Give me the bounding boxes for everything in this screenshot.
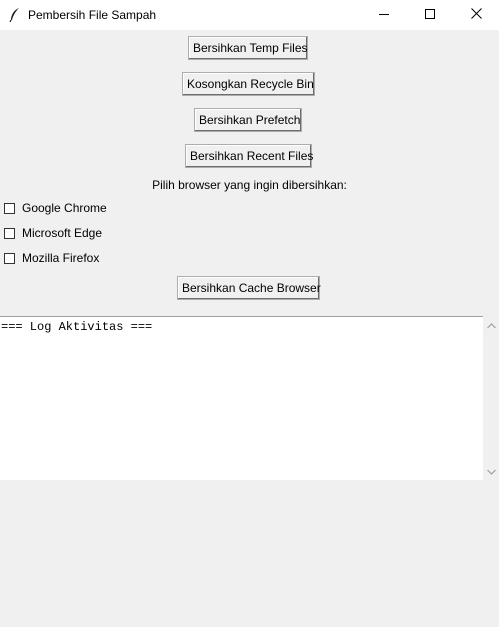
close-button[interactable] (453, 0, 499, 30)
scroll-up-arrow-icon (486, 318, 496, 332)
minimize-button[interactable] (361, 0, 407, 30)
firefox-checkbox-label: Mozilla Firefox (22, 251, 100, 265)
clean-browser-cache-button[interactable]: Bersihkan Cache Browser (177, 276, 321, 300)
firefox-checkbox[interactable] (4, 252, 15, 264)
checkbox-row-edge[interactable]: Microsoft Edge (4, 224, 102, 242)
checkbox-row-firefox[interactable]: Mozilla Firefox (4, 249, 99, 267)
browser-select-prompt: Pilih browser yang ingin dibersihkan: (152, 178, 347, 192)
clean-recent-files-button[interactable]: Bersihkan Recent Files (185, 144, 313, 168)
app-window: Pembersih File Sampah Bersihkan Temp Fil… (0, 0, 499, 627)
chrome-checkbox-label: Google Chrome (22, 201, 107, 215)
maximize-icon (425, 8, 435, 22)
log-textbox[interactable]: === Log Aktivitas === (0, 316, 483, 480)
minimize-icon (379, 8, 389, 22)
edge-checkbox-label: Microsoft Edge (22, 226, 103, 240)
feather-icon (8, 7, 22, 23)
log-text: === Log Aktivitas === (1, 320, 153, 334)
scroll-down-button[interactable] (483, 464, 499, 478)
maximize-button[interactable] (407, 0, 453, 30)
window-title: Pembersih File Sampah (28, 8, 157, 22)
empty-recycle-bin-button[interactable]: Kosongkan Recycle Bin (182, 72, 315, 96)
checkbox-row-chrome[interactable]: Google Chrome (4, 199, 107, 217)
title-bar[interactable]: Pembersih File Sampah (0, 0, 499, 30)
clean-prefetch-button[interactable]: Bersihkan Prefetch (194, 108, 302, 132)
scroll-up-button[interactable] (483, 318, 499, 332)
edge-checkbox[interactable] (4, 227, 15, 239)
close-icon (470, 8, 482, 22)
chrome-checkbox[interactable] (4, 202, 15, 214)
scroll-down-arrow-icon (486, 464, 496, 478)
clean-temp-files-button[interactable]: Bersihkan Temp Files (188, 36, 308, 60)
log-scrollbar[interactable] (483, 316, 499, 480)
